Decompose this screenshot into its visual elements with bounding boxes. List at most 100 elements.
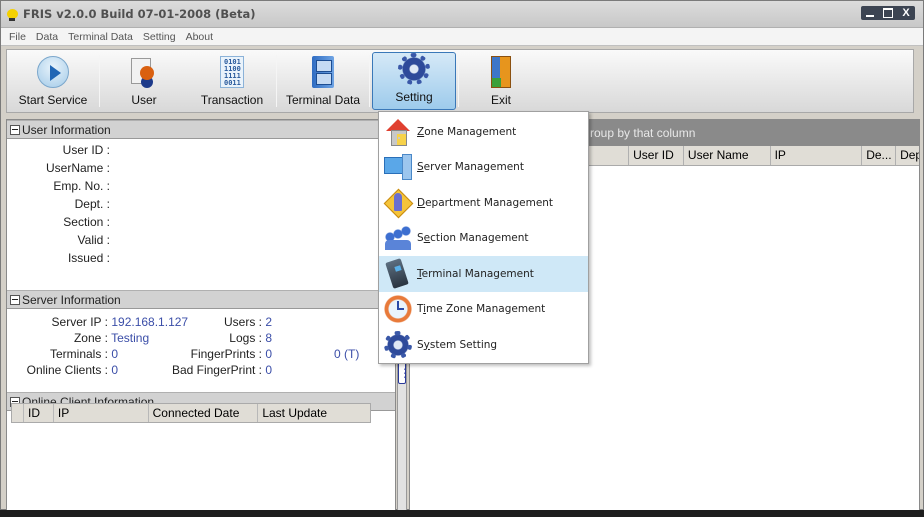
column-de[interactable]: De... [862, 146, 897, 165]
field-label: Logs : [229, 331, 262, 345]
username-field: UserName : [7, 161, 110, 175]
department-icon [383, 188, 413, 218]
field-label: Terminals : [49, 347, 108, 361]
field-label: UserName : [45, 161, 110, 175]
setting-dropdown-menu: Zone Management Server Management Depart… [378, 111, 589, 364]
left-info-pane: User Information User ID : UserName : Em… [6, 119, 396, 511]
fingerprints-t-value: 0 (T) [334, 347, 360, 361]
column-user-id[interactable]: User ID [629, 146, 684, 165]
server-info-panel: Server IP : 192.168.1.127 Zone : Testing… [7, 309, 395, 392]
minimize-button[interactable] [861, 6, 879, 20]
section-group-icon [383, 223, 413, 254]
column-last-update[interactable]: Last Update [258, 404, 370, 422]
collapse-icon[interactable] [10, 294, 20, 305]
menu-item-terminal-management[interactable]: Terminal Management [379, 256, 588, 292]
label-rest: erver Management [423, 161, 524, 174]
splitter-grip-handle[interactable] [398, 362, 411, 384]
field-label: Server IP : [51, 315, 108, 329]
title-bar[interactable]: FRIS v2.0.0 Build 07-01-2008 (Beta) X [1, 1, 923, 28]
user-label: User [131, 93, 157, 107]
field-label: Dept. : [74, 197, 110, 211]
terminals-field: Terminals : 0 [7, 347, 118, 361]
issued-field: Issued : [7, 251, 110, 265]
server-info-title: Server Information [22, 292, 121, 307]
online-clients-field: Online Clients : 0 [7, 363, 118, 377]
online-clients-value: 0 [111, 363, 119, 377]
play-icon [37, 56, 69, 88]
field-label: User ID : [62, 143, 110, 157]
zone-field: Zone : Testing [7, 331, 149, 345]
column-user-name[interactable]: User Name [684, 146, 771, 165]
bad-fingerprint-value: 0 [265, 363, 273, 377]
collapse-icon[interactable] [10, 124, 20, 135]
logs-field: Logs : 8 [157, 331, 272, 345]
column-dep[interactable]: Dep [896, 146, 919, 165]
setting-button[interactable]: Setting [372, 52, 456, 110]
fingerprints-value: 0 [265, 347, 273, 361]
label-pre: S [417, 232, 424, 245]
user-id-field: User ID : [7, 143, 110, 157]
terminal-data-button[interactable]: Terminal Data [277, 50, 369, 112]
menu-item-label: Terminal Management [417, 268, 534, 280]
field-label: Zone : [73, 331, 108, 345]
label-rest: me Zone Management [426, 303, 546, 316]
close-button[interactable]: X [897, 6, 915, 20]
column-ip[interactable]: IP [54, 404, 149, 422]
column-id[interactable]: ID [24, 404, 54, 422]
menu-item-label: Time Zone Management [417, 303, 545, 315]
server-info-header[interactable]: Server Information [7, 290, 395, 309]
menu-item-label: Section Management [417, 232, 529, 244]
label-rest: one Management [424, 125, 517, 138]
fingerprints-template-count: 0 (T) [334, 347, 359, 361]
exit-button[interactable]: Exit [459, 50, 543, 112]
transaction-label: Transaction [200, 93, 264, 107]
field-label: Emp. No. : [53, 179, 110, 193]
dept-field: Dept. : [7, 197, 110, 211]
user-info-panel: User ID : UserName : Emp. No. : Dept. : … [7, 139, 395, 290]
menu-item-zone-management[interactable]: Zone Management [379, 114, 588, 150]
section-field: Section : [7, 215, 110, 229]
row-selector-header [12, 404, 24, 422]
taskbar-edge [0, 510, 924, 517]
menu-terminal-data[interactable]: Terminal Data [68, 31, 133, 43]
user-info-title: User Information [22, 122, 111, 137]
maximize-button[interactable] [879, 6, 897, 20]
menu-item-time-zone-management[interactable]: Time Zone Management [379, 292, 588, 328]
menu-item-label: Server Management [417, 161, 524, 173]
users-field: Users : 2 [157, 315, 272, 329]
mnemonic: S [417, 161, 424, 174]
column-ip[interactable]: IP [771, 146, 863, 165]
menu-setting[interactable]: Setting [143, 31, 176, 43]
menu-item-section-management[interactable]: Section Management [379, 221, 588, 257]
menu-file[interactable]: File [9, 31, 26, 43]
menu-item-server-management[interactable]: Server Management [379, 150, 588, 186]
user-info-header[interactable]: User Information [7, 120, 395, 139]
toolbar-separator [369, 55, 370, 107]
label-rest: stem Setting [429, 338, 498, 351]
setting-label: Setting [395, 90, 433, 104]
transaction-button[interactable]: 0101 1100 1111 0011 Transaction [188, 50, 276, 112]
menu-item-label: Zone Management [417, 126, 516, 138]
menu-bar: File Data Terminal Data Setting About [1, 28, 923, 46]
label-rest: epartment Management [425, 196, 554, 209]
menu-item-system-setting[interactable]: System Setting [379, 327, 588, 363]
user-button[interactable]: User [100, 50, 188, 112]
system-gear-icon [383, 329, 413, 360]
menu-item-label: System Setting [417, 339, 497, 351]
menu-data[interactable]: Data [36, 31, 58, 43]
terminal-device-icon [383, 259, 413, 289]
emp-no-field: Emp. No. : [7, 179, 110, 193]
binary-data-icon: 0101 1100 1111 0011 [220, 56, 244, 88]
user-icon [128, 56, 160, 88]
start-service-button[interactable]: Start Service [7, 50, 99, 112]
window-title: FRIS v2.0.0 Build 07-01-2008 (Beta) [23, 7, 256, 21]
field-label: Bad FingerPrint : [171, 363, 262, 377]
menu-about[interactable]: About [186, 31, 213, 43]
menu-item-department-management[interactable]: Department Management [379, 185, 588, 221]
column-connected-date[interactable]: Connected Date [149, 404, 259, 422]
file-cabinet-icon [312, 56, 334, 88]
label-pre: S [417, 338, 424, 351]
server-icon [383, 152, 413, 182]
terminal-data-label: Terminal Data [285, 93, 361, 107]
online-client-table-header: ID IP Connected Date Last Update [11, 403, 371, 423]
